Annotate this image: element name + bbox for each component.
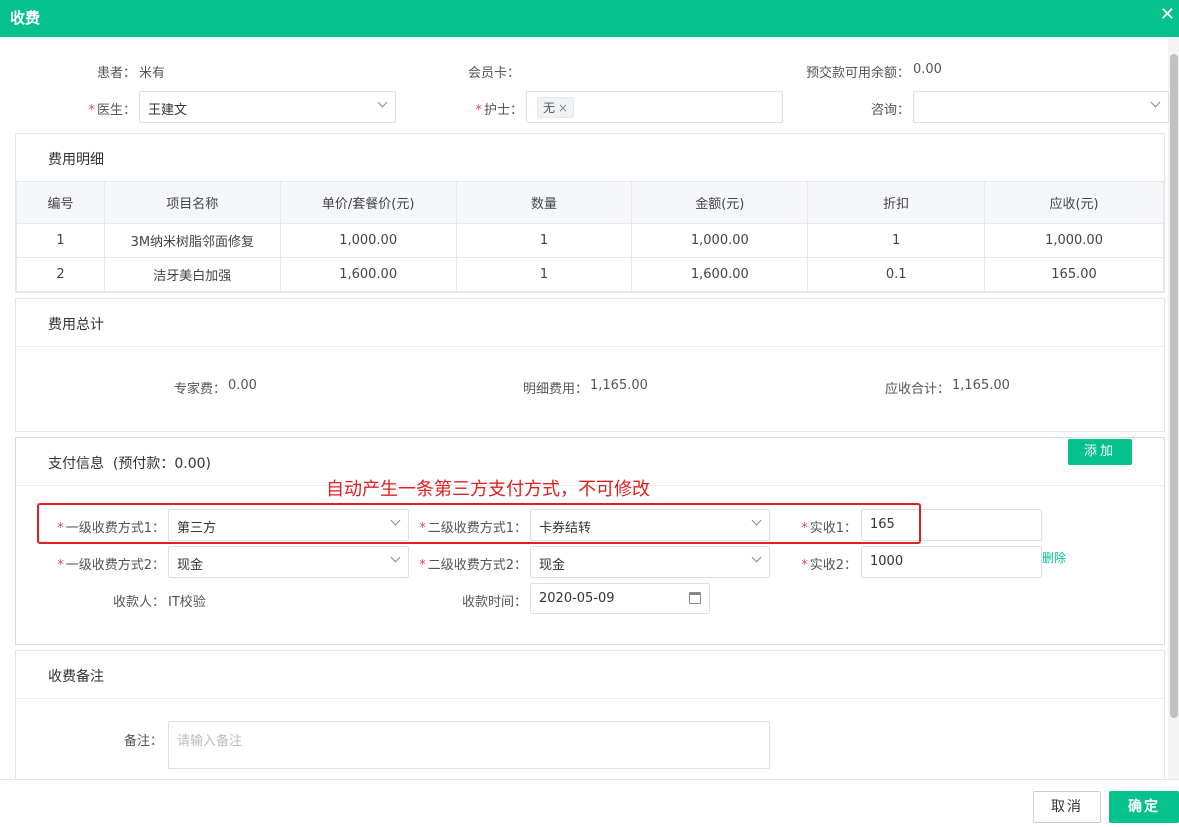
table-row: 1 3M纳米树脂邻面修复 1,000.00 1 1,000.00 1 1,000… [16,223,1164,258]
table-cell: 3M纳米树脂邻面修复 [103,223,281,258]
dialog-title: 收费 [10,9,41,27]
level1-method-select-2[interactable]: 现金 [168,546,409,578]
patient-value: 米有 [139,66,166,81]
chevron-down-icon [377,97,388,108]
receivable-value: 1,165.00 [952,378,1010,393]
calendar-icon[interactable] [689,592,701,604]
level1-method-value-2: 现金 [177,558,204,573]
fee-detail-table: 编号 项目名称 单价/套餐价(元) 数量 金额(元) 折扣 应收(元) 1 3M… [16,181,1164,292]
level2-method-label-2: * 二级收费方式2： [419,558,527,573]
remark-header: 收费备注 [16,651,1164,699]
table-cell: 1,000.00 [631,223,809,258]
chevron-down-icon [1150,97,1161,108]
expert-fee-value: 0.00 [228,378,257,393]
patient-label: 患者： [96,66,136,81]
nurse-label: * 护士： [475,103,523,118]
cancel-button[interactable]: 取消 [1033,791,1101,823]
detail-fee-value: 1,165.00 [590,378,648,393]
deposit-label: 预交款可用余额： [805,66,910,81]
member-card-label: 会员卡： [467,66,520,81]
table-row: 2 洁牙美白加强 1,600.00 1 1,600.00 0.1 165.00 [16,257,1164,292]
tag-close-icon[interactable]: × [558,101,568,115]
consult-label: 咨询： [870,103,910,118]
payee-label: 收款人： [112,595,165,610]
confirm-button[interactable]: 确定 [1109,791,1179,823]
doctor-select-value: 王建文 [148,103,188,118]
level2-method-value-2: 现金 [539,558,566,573]
table-cell: 0.1 [807,257,986,292]
remark-placeholder: 请输入备注 [177,734,243,749]
column-header: 项目名称 [103,181,281,224]
column-header: 单价/套餐价(元) [279,181,457,224]
payment-date-label: 收款时间： [461,595,527,610]
remark-label: 备注： [123,734,163,749]
actual-amount-input-2[interactable]: 1000 [861,546,1042,578]
deposit-value: 0.00 [913,62,942,77]
table-cell: 1,000.00 [279,223,457,258]
footer-divider [0,779,1179,780]
table-header-row: 编号 项目名称 单价/套餐价(元) 数量 金额(元) 折扣 应收(元) [16,181,1164,224]
fee-detail-header: 费用明细 [16,134,1164,182]
receivable-label: 应收合计： [884,382,950,397]
nurse-tag: 无 × [537,97,575,118]
table-cell: 1 [807,223,986,258]
dialog-titlebar: 收费 ✕ [0,0,1179,37]
fee-total-panel: 费用总计 [15,298,1165,432]
chevron-down-icon [751,552,762,563]
close-icon[interactable]: ✕ [1160,4,1175,25]
add-payment-button[interactable]: 添加 [1068,439,1132,465]
scrollbar-thumb[interactable] [1170,54,1178,718]
payment-date-value: 2020-05-09 [539,591,615,606]
table-cell: 洁牙美白加强 [103,257,281,292]
table-cell: 1 [16,223,105,258]
column-header: 金额(元) [631,181,809,224]
remark-title: 收费备注 [48,669,104,685]
payment-title: 支付信息 (预付款：0.00) [48,456,212,472]
prepaid-text: (预付款：0.00) [112,456,212,472]
column-header: 折扣 [807,181,986,224]
doctor-select[interactable]: 王建文 [139,91,396,123]
column-header: 编号 [16,181,105,224]
table-cell: 1,000.00 [984,223,1164,258]
table-cell: 1,600.00 [631,257,809,292]
expert-fee-label: 专家费： [173,382,226,397]
nurse-select[interactable]: 无 × [526,91,783,123]
table-cell: 2 [16,257,105,292]
payee-value: IT校验 [168,595,206,610]
remark-textarea[interactable]: 请输入备注 [168,721,770,769]
chevron-down-icon [390,552,401,563]
fee-total-title: 费用总计 [48,317,104,333]
column-header: 数量 [455,181,633,224]
annotation-text: 自动产生一条第三方支付方式，不可修改 [326,479,650,500]
actual-amount-label-2: * 实收2： [801,558,857,573]
table-cell: 1 [455,257,633,292]
detail-fee-label: 明细费用： [522,382,588,397]
annotation-highlight-box [37,503,921,544]
level2-method-select-2[interactable]: 现金 [530,546,770,578]
fee-total-header: 费用总计 [16,299,1164,347]
column-header: 应收(元) [984,181,1164,224]
delete-payment-link[interactable]: 删除 [1042,549,1066,566]
table-cell: 165.00 [984,257,1164,292]
table-cell: 1 [455,223,633,258]
consult-select[interactable] [913,91,1169,123]
doctor-label: * 医生： [88,103,136,118]
table-cell: 1,600.00 [279,257,457,292]
level1-method-label-2: * 一级收费方式2： [57,558,165,573]
fee-detail-title: 费用明细 [48,152,104,168]
payment-date-picker[interactable]: 2020-05-09 [530,583,710,614]
actual-amount-value-2: 1000 [870,554,904,569]
